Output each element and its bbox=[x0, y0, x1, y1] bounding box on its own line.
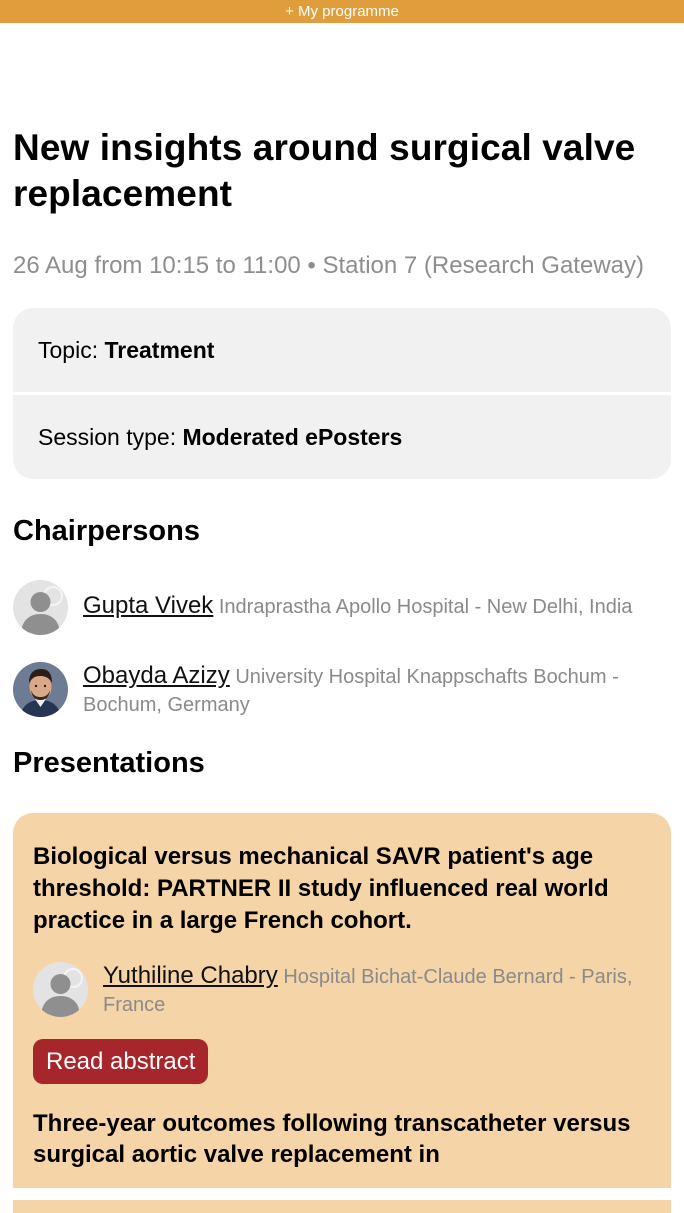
chairperson-details: Gupta Vivek Indraprastha Apollo Hospital… bbox=[83, 592, 632, 621]
chairpersons-heading: Chairpersons bbox=[13, 515, 200, 547]
placeholder-avatar-icon bbox=[33, 962, 88, 1017]
topic-row: Topic: Treatment bbox=[13, 308, 671, 392]
chairperson-details: Obayda Azizy University Hospital Knappsc… bbox=[83, 662, 671, 719]
chairperson-photo-avatar bbox=[13, 662, 68, 717]
presentation-title: Three-year outcomes following transcathe… bbox=[33, 1110, 631, 1168]
topic-value: Treatment bbox=[104, 337, 215, 363]
bottom-edge bbox=[0, 1188, 684, 1200]
presentation-title: Biological versus mechanical SAVR patien… bbox=[33, 843, 609, 934]
chairperson-name-link[interactable]: Gupta Vivek bbox=[83, 592, 213, 619]
topic-label: Topic: bbox=[38, 337, 105, 363]
presentation-card: Biological versus mechanical SAVR patien… bbox=[13, 813, 671, 1213]
page-title: New insights around surgical valve repla… bbox=[13, 127, 636, 214]
my-programme-bar[interactable]: + My programme bbox=[0, 0, 684, 23]
session-type-value: Moderated ePosters bbox=[182, 424, 403, 450]
chairperson-item: Obayda Azizy University Hospital Knappsc… bbox=[13, 662, 671, 719]
chairperson-name-link[interactable]: Obayda Azizy bbox=[83, 662, 230, 689]
session-type-label: Session type: bbox=[38, 424, 183, 450]
presenter-name-link[interactable]: Yuthiline Chabry bbox=[103, 962, 278, 989]
chairperson-affiliation: Indraprastha Apollo Hospital - New Delhi… bbox=[218, 596, 633, 618]
read-abstract-button[interactable]: Read abstract bbox=[33, 1039, 209, 1084]
session-type-row: Session type: Moderated ePosters bbox=[13, 392, 671, 479]
session-info-box: Topic: Treatment Session type: Moderated… bbox=[13, 308, 671, 479]
chairperson-item: Gupta Vivek Indraprastha Apollo Hospital… bbox=[13, 580, 671, 635]
session-meta: 26 Aug from 10:15 to 11:00 • Station 7 (… bbox=[13, 252, 644, 279]
presentations-heading: Presentations bbox=[13, 747, 205, 779]
placeholder-avatar-icon bbox=[13, 580, 68, 635]
session-content: New insights around surgical valve repla… bbox=[0, 125, 684, 1213]
my-programme-label[interactable]: + My programme bbox=[285, 3, 399, 20]
presenter-details: Yuthiline Chabry Hospital Bichat-Claude … bbox=[103, 962, 651, 1019]
presenter-item: Yuthiline Chabry Hospital Bichat-Claude … bbox=[33, 962, 651, 1019]
